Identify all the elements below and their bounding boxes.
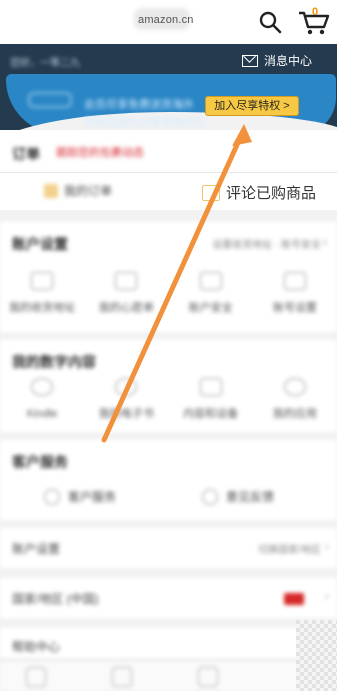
- shortcut-ebooks[interactable]: 我的电子书: [84, 378, 168, 422]
- account-settings-summary[interactable]: 设置收货地址 · 账号安全: [212, 236, 321, 251]
- customer-service-card: 客户服务 客户服务 意见反馈: [0, 440, 337, 520]
- prime-logo-icon: [28, 92, 72, 108]
- review-products-button[interactable]: 评论已购商品: [202, 182, 316, 203]
- orders-card: 订单 跟踪您的包裹动态 我的订单 评论已购商品: [0, 130, 337, 210]
- shortcut-label: Kindle: [26, 408, 58, 420]
- my-orders-button[interactable]: 我的订单: [44, 182, 112, 199]
- shortcut-security[interactable]: 账户安全: [169, 272, 253, 316]
- account-settings-card: 账户设置 设置收货地址 · 账号安全 › 我的收货地址 我的心愿单 账户安全 账…: [0, 222, 337, 332]
- shortcut-label: 内容和设备: [183, 408, 239, 420]
- transparency-corner: [296, 620, 337, 691]
- shortcut-kindle[interactable]: Kindle: [0, 378, 84, 422]
- digital-shortcuts: Kindle 我的电子书 内容和设备 我的应用: [0, 378, 337, 422]
- china-flag-icon: [284, 593, 304, 605]
- shortcut-settings[interactable]: 账号设置: [253, 272, 337, 316]
- search-icon[interactable]: [258, 10, 282, 34]
- gear-icon: [283, 272, 306, 290]
- device-icon: [199, 378, 222, 396]
- top-header: amazon.cn 0: [0, 0, 337, 44]
- review-icon: [202, 184, 220, 201]
- settings-row-label: 账户设置: [12, 542, 61, 556]
- chevron-right-icon: ›: [325, 589, 329, 603]
- cart-tab-icon[interactable]: [198, 667, 218, 687]
- region-row[interactable]: 国家/地区 (中国) ›: [0, 578, 337, 618]
- shortcut-label: 我的应用: [272, 408, 317, 420]
- amazon-logo[interactable]: amazon.cn: [138, 14, 194, 26]
- mail-icon: [242, 54, 258, 67]
- message-center-link[interactable]: 消息中心: [242, 52, 312, 69]
- message-center-label: 消息中心: [264, 54, 313, 68]
- prime-promo-line1: 会员尽享免费送货海外: [84, 99, 194, 111]
- shortcut-label: 我的电子书: [98, 408, 154, 420]
- feedback-button[interactable]: 意见反馈: [202, 488, 274, 505]
- region-row-label: 国家/地区 (中国): [12, 592, 99, 606]
- kindle-icon: [31, 378, 54, 396]
- settings-row[interactable]: 账户设置 切换国家/地区 ›: [0, 528, 337, 568]
- customer-service-label: 客户服务: [68, 490, 117, 504]
- shortcut-label: 我的收货地址: [9, 302, 76, 314]
- feedback-label: 意见反馈: [226, 490, 275, 504]
- account-settings-title: 账户设置: [12, 236, 68, 252]
- help-row[interactable]: 帮助中心: [0, 628, 337, 658]
- app-icon: [283, 378, 306, 396]
- package-icon: [44, 183, 58, 198]
- shortcut-wishlist[interactable]: 我的心愿单: [84, 272, 168, 316]
- digital-content-card: 我的数字内容 Kindle 我的电子书 内容和设备 我的应用: [0, 340, 337, 432]
- cart-count: 0: [312, 6, 319, 18]
- book-icon: [115, 378, 138, 396]
- home-tab-icon[interactable]: [26, 667, 46, 687]
- digital-content-title: 我的数字内容: [12, 354, 96, 370]
- prime-promo-line2: 购物及国内自营满减折扣: [84, 117, 205, 129]
- divider: [0, 172, 337, 173]
- customer-service-title: 客户服务: [12, 454, 68, 470]
- settings-row-value: 切换国家/地区: [258, 545, 321, 556]
- shortcut-label: 账户安全: [188, 302, 233, 314]
- account-shortcuts: 我的收货地址 我的心愿单 账户安全 账号设置: [0, 272, 337, 316]
- help-row-label: 帮助中心: [12, 640, 61, 654]
- chevron-right-icon: ›: [325, 539, 329, 553]
- shortcut-apps[interactable]: 我的应用: [253, 378, 337, 422]
- shortcut-devices[interactable]: 内容和设备: [169, 378, 253, 422]
- orders-tracking-badge[interactable]: 跟踪您的包裹动态: [56, 144, 144, 160]
- orders-title: 订单: [12, 146, 40, 162]
- feedback-icon: [202, 488, 218, 505]
- location-icon: [31, 272, 54, 290]
- category-tab-icon[interactable]: [112, 667, 132, 687]
- my-orders-label: 我的订单: [64, 184, 113, 198]
- join-prime-button[interactable]: 加入尽享特权 >: [205, 96, 299, 116]
- shortcut-label: 账号设置: [272, 302, 317, 314]
- chevron-right-icon: ›: [322, 234, 327, 249]
- review-products-label: 评论已购商品: [226, 185, 317, 202]
- shortcut-address[interactable]: 我的收货地址: [0, 272, 84, 316]
- shortcut-label: 我的心愿单: [98, 302, 154, 314]
- shield-icon: [199, 272, 222, 290]
- customer-service-button[interactable]: 客户服务: [44, 488, 116, 505]
- greeting-text: 您好，一等二九: [10, 58, 80, 69]
- bottom-tab-bar: [0, 660, 337, 691]
- heart-icon: [115, 272, 138, 290]
- headset-icon: [44, 488, 60, 505]
